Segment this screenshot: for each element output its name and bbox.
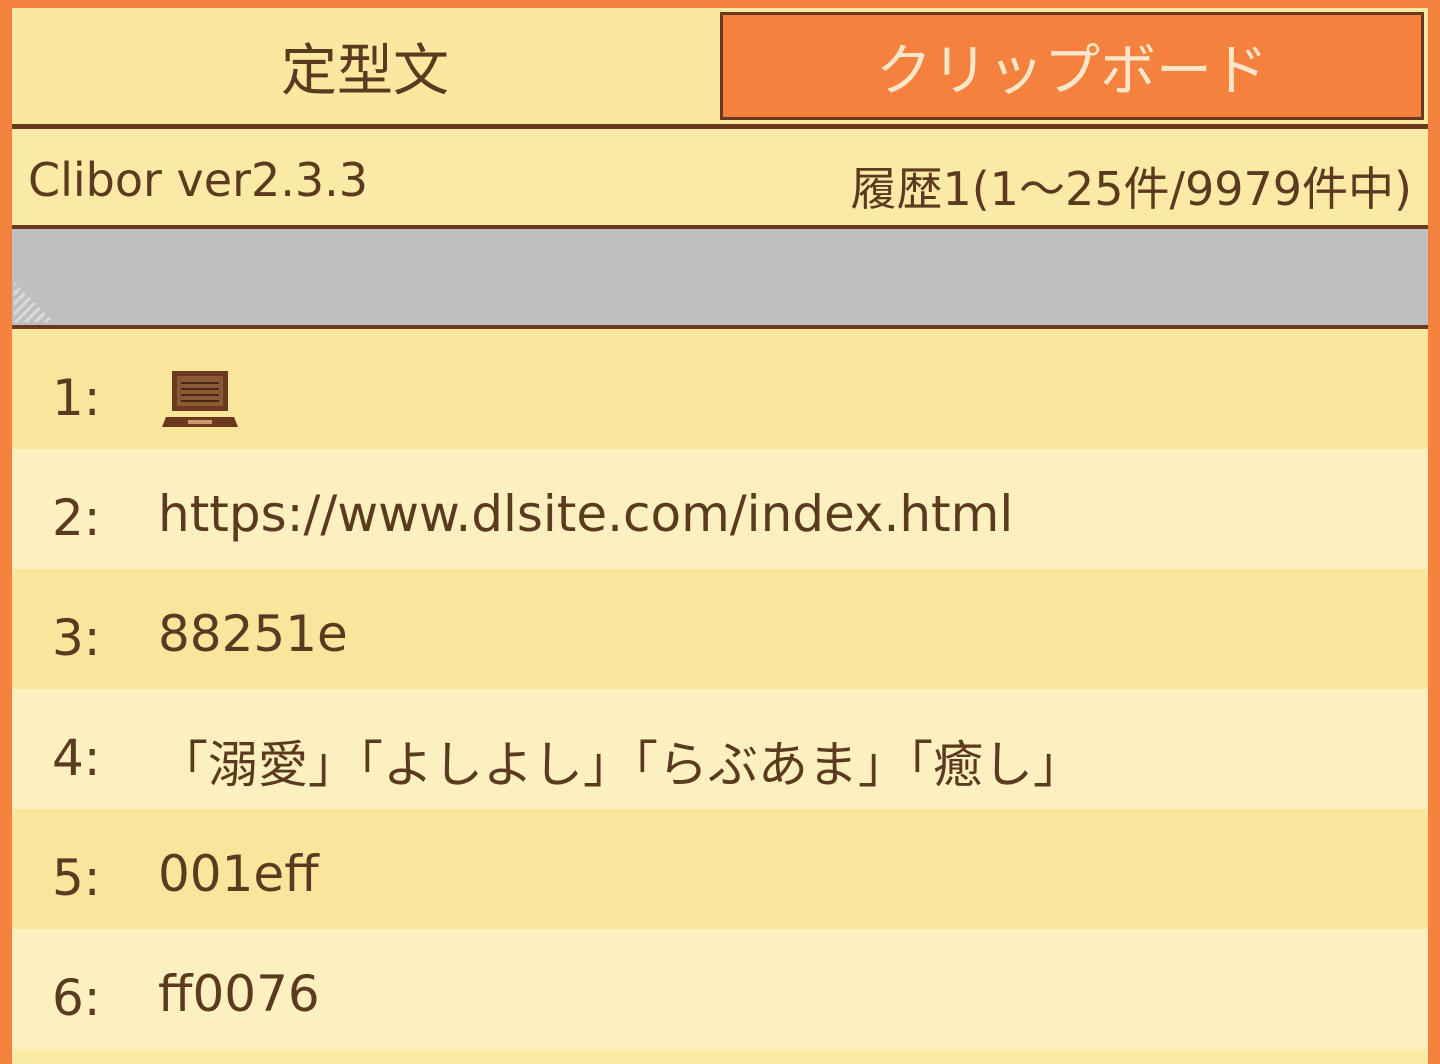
version-label: Clibor ver2.3.3 bbox=[28, 153, 369, 207]
item-text: ff0076 bbox=[158, 965, 320, 1023]
tab-teikei[interactable]: 定型文 bbox=[12, 8, 718, 124]
list-item[interactable]: 5: 001eff bbox=[12, 809, 1428, 929]
search-input[interactable] bbox=[12, 229, 1428, 325]
history-count-label: 履歴1(1～25件/9979件中) bbox=[850, 162, 1412, 216]
item-number: 5: bbox=[52, 849, 101, 907]
item-number: 4: bbox=[52, 729, 101, 787]
list-item[interactable]: 3: 88251e bbox=[12, 569, 1428, 689]
tab-clipboard[interactable]: クリップボード bbox=[720, 12, 1424, 120]
clibor-window: 定型文 クリップボード Clibor ver2.3.3 履歴1(1～25件/99… bbox=[12, 8, 1428, 1064]
item-text: 88251e bbox=[158, 605, 348, 663]
tab-teikei-label: 定型文 bbox=[281, 38, 449, 104]
item-number: 3: bbox=[52, 609, 101, 667]
tab-bar: 定型文 クリップボード bbox=[12, 8, 1428, 124]
status-bar: Clibor ver2.3.3 履歴1(1～25件/9979件中) bbox=[12, 129, 1428, 225]
item-text: https://www.dlsite.com/index.html bbox=[158, 485, 1014, 543]
item-text: 「溺愛」「よしよし」「らぶあま」「癒し」 bbox=[158, 736, 1083, 794]
list-item[interactable]: 2: https://www.dlsite.com/index.html bbox=[12, 449, 1428, 569]
item-number: 1: bbox=[52, 369, 101, 427]
item-number: 2: bbox=[52, 489, 101, 547]
item-number: 6: bbox=[52, 969, 101, 1027]
history-list: 1: 2: https://www.dlsite.com/index.html … bbox=[12, 329, 1428, 1064]
list-item[interactable]: 4: 「溺愛」「よしよし」「らぶあま」「癒し」 bbox=[12, 689, 1428, 809]
item-text: 001eff bbox=[158, 845, 319, 903]
list-item[interactable]: 6: ff0076 bbox=[12, 929, 1428, 1049]
computer-icon bbox=[162, 371, 238, 427]
list-item[interactable]: 1: bbox=[12, 329, 1428, 449]
tab-clipboard-label: クリップボード bbox=[876, 38, 1268, 104]
